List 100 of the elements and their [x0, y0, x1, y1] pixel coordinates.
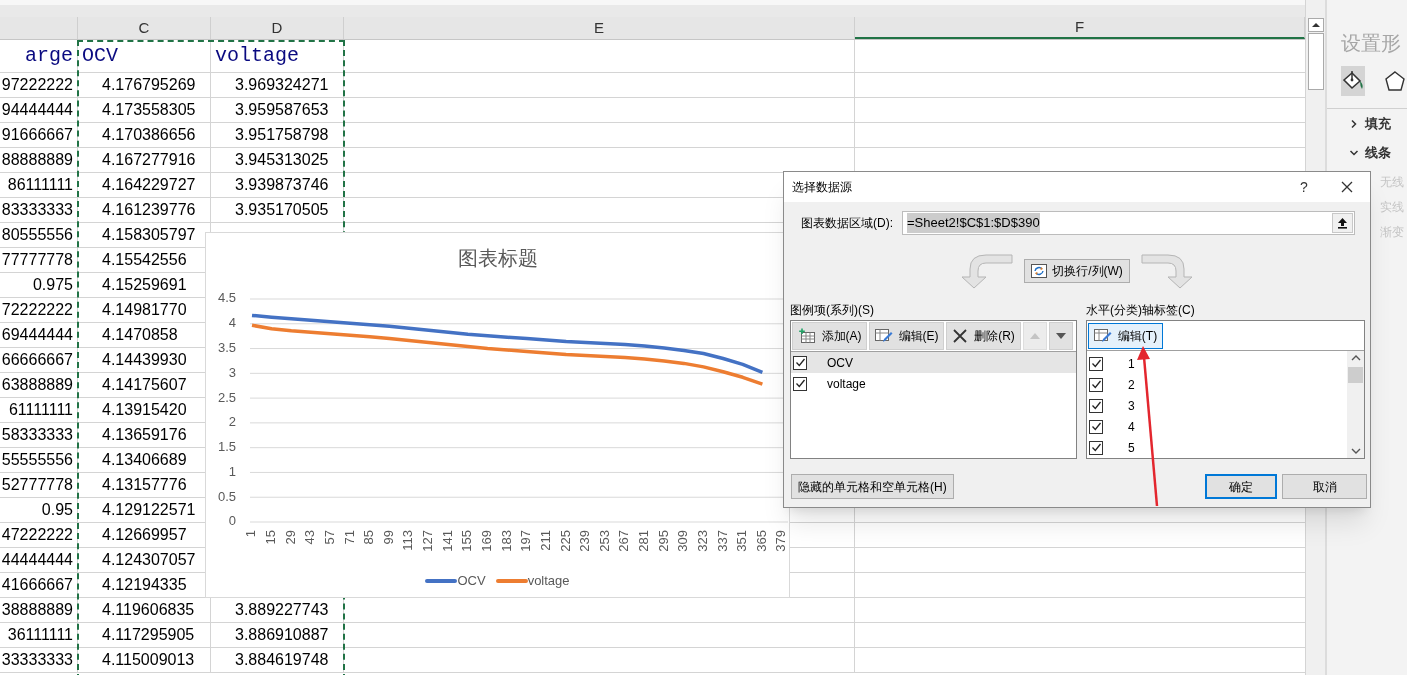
- table-cell-text: 36111111: [7, 625, 73, 645]
- triangle-up-icon: [1029, 332, 1041, 340]
- legend-label[interactable]: voltage: [527, 571, 570, 591]
- table-cell-text: 94444444: [1, 100, 73, 120]
- checkbox[interactable]: [793, 355, 807, 370]
- checkbox[interactable]: [1089, 419, 1103, 434]
- axis-label: 197: [518, 530, 534, 552]
- upload-arrow-icon: [1337, 217, 1348, 229]
- scrollbar-thumb[interactable]: [1307, 33, 1324, 90]
- table-cell-text: 4.158305797: [102, 225, 196, 245]
- axis-label: 57: [321, 530, 337, 545]
- section-header[interactable]: 填充: [1365, 113, 1391, 134]
- table-cell-text: 63888889: [1, 375, 73, 395]
- table-cell-text: 33333333: [1, 650, 73, 670]
- table-cell-text: 3.945313025: [235, 150, 329, 170]
- table-cell-text: 4.15542556: [102, 250, 187, 270]
- checkbox[interactable]: [1089, 356, 1103, 371]
- chevron-right-icon[interactable]: [1349, 118, 1359, 129]
- list-item[interactable]: OCV: [791, 352, 1076, 373]
- table-cell-text: 44444444: [1, 550, 73, 570]
- chart-panel[interactable]: 图表标题 0 0.5 1 1.5 2 2.5 3 3.5 4 4.5 1 15 29 43 57 71 85 99 113 127 141 155 169 183 197 211 225 239 253 267 281 295 309 323 337 351 365 379 OCV voltage: [205, 232, 790, 598]
- axis-label: 141: [439, 530, 455, 552]
- table-cell-text: 58333333: [1, 425, 73, 445]
- axis-label: 4: [228, 315, 236, 331]
- add-button[interactable]: 添加(A): [792, 322, 867, 350]
- list-item-label[interactable]: 3: [1128, 396, 1135, 415]
- chevron-up-icon[interactable]: [1350, 354, 1361, 361]
- close-icon: [1341, 181, 1353, 193]
- table-plus-icon: [797, 328, 816, 344]
- range-input-field[interactable]: =Sheet2!$C$1:$D$390: [902, 211, 1355, 235]
- table-cell-text: 66666667: [1, 350, 73, 370]
- scrollbar-thumb[interactable]: [1348, 366, 1363, 383]
- axis-label: 239: [577, 530, 593, 552]
- axis-label: 281: [636, 530, 652, 552]
- x-icon: [952, 328, 969, 344]
- list-item-label[interactable]: 5: [1128, 438, 1135, 457]
- column-header[interactable]: F: [855, 17, 1305, 39]
- move-down-button[interactable]: [1049, 322, 1073, 350]
- axis-label: 2: [228, 414, 236, 430]
- axis-label: 43: [302, 530, 318, 545]
- switch-row-column-button[interactable]: 切换行/列(W): [1024, 259, 1130, 283]
- list-item-label[interactable]: 2: [1128, 375, 1135, 394]
- axis-label: 211: [537, 530, 553, 551]
- column-header[interactable]: D: [211, 17, 344, 39]
- table-cell-text: arge: [25, 43, 73, 69]
- section-header[interactable]: 线条: [1365, 142, 1391, 163]
- scroll-up-button[interactable]: [1307, 18, 1324, 32]
- table-cell-text: 4.13406689: [102, 450, 187, 470]
- axis-label: 71: [341, 530, 357, 545]
- table-cell-text: 3.951758798: [235, 125, 329, 145]
- line-series[interactable]: [251, 313, 764, 374]
- table-pencil-icon: [874, 328, 893, 344]
- column-header[interactable]: E: [344, 17, 855, 39]
- checkbox[interactable]: [1089, 377, 1103, 392]
- axis-label: 379: [773, 530, 789, 552]
- axis-label: 253: [596, 530, 612, 552]
- column-header[interactable]: C: [78, 17, 211, 39]
- table-cell-text: 47222222: [1, 525, 73, 545]
- legend-swatch: [425, 578, 458, 583]
- axis-label: 3.5: [217, 340, 236, 355]
- fill-tab[interactable]: [1341, 66, 1365, 96]
- edit-button[interactable]: 编辑(T): [1088, 323, 1163, 349]
- cancel-button[interactable]: 取消: [1282, 474, 1367, 499]
- table-cell-text: 3.939873746: [235, 175, 329, 195]
- axis-label: 15: [263, 530, 279, 545]
- axis-label: 267: [616, 530, 632, 552]
- table-cell-text: 4.117295905: [102, 625, 195, 645]
- edit-button[interactable]: 编辑(E): [869, 322, 944, 350]
- table-pencil-icon: [1093, 328, 1112, 344]
- scrollbar[interactable]: [1347, 351, 1364, 458]
- panel-label: 水平(分类)轴标签(C): [1086, 302, 1196, 319]
- hidden-cells-button[interactable]: 隐藏的单元格和空单元格(H): [791, 474, 954, 499]
- table-cell-text: 4.13659176: [102, 425, 187, 445]
- table-cell-text: 3.889227743: [235, 600, 329, 620]
- list-item-label[interactable]: 1: [1128, 354, 1135, 373]
- checkbox[interactable]: [1089, 398, 1103, 413]
- axis-label: 337: [714, 530, 730, 552]
- list-item-label[interactable]: 4: [1128, 417, 1135, 436]
- axis-label: 351: [734, 530, 750, 552]
- legend-swatch: [495, 578, 528, 583]
- chart-title[interactable]: 图表标题: [457, 245, 538, 271]
- help-button[interactable]: ?: [1284, 172, 1324, 202]
- delete-button[interactable]: 删除(R): [946, 322, 1021, 350]
- line-series[interactable]: [251, 323, 763, 386]
- axis-label: 295: [655, 530, 671, 552]
- table-cell-text: 80555556: [1, 225, 73, 245]
- collapse-button[interactable]: [1332, 213, 1353, 233]
- table-cell-text: 91666667: [1, 125, 73, 145]
- axis-label: 0.5: [217, 488, 236, 504]
- table-cell-text: 41666667: [1, 575, 73, 595]
- table-cell-text: 4.176795269: [102, 75, 196, 95]
- chevron-down-icon[interactable]: [1350, 448, 1361, 455]
- table-cell-text: 3.959587653: [235, 100, 329, 120]
- table-cell-text: 4.13157776: [102, 475, 187, 495]
- legend-label[interactable]: OCV: [457, 571, 486, 591]
- ok-button[interactable]: 确定: [1205, 474, 1277, 499]
- checkbox[interactable]: [1089, 440, 1103, 455]
- axis-label: 183: [498, 530, 514, 552]
- axis-label: 169: [479, 530, 494, 552]
- checkbox[interactable]: [793, 376, 807, 391]
